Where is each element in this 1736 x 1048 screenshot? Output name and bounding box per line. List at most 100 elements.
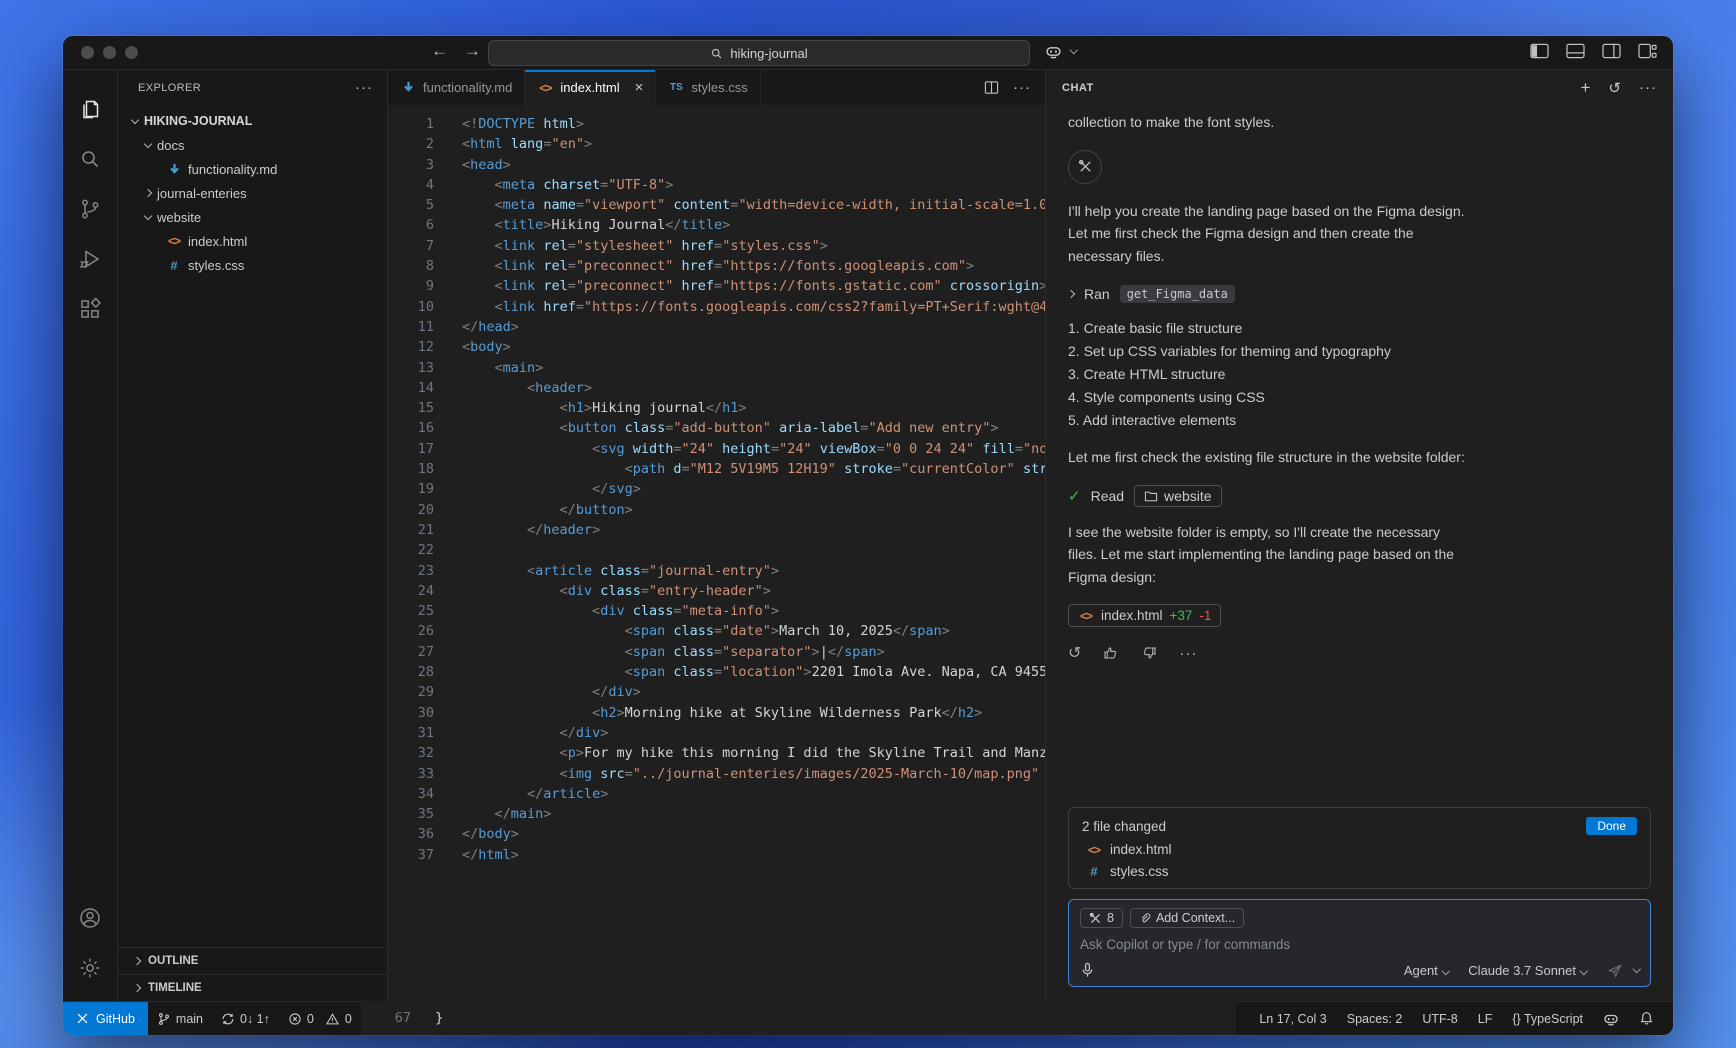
code-line[interactable]: 12<body> [388,337,1045,357]
changed-file-row[interactable]: # styles.css [1082,864,1637,879]
code-line[interactable]: 30 <h2>Morning hike at Skyline Wildernes… [388,703,1045,723]
code-line[interactable]: 31 </div> [388,723,1045,743]
chat-history-icon[interactable]: ↺ [1608,79,1621,97]
code-line[interactable]: 20 </button> [388,500,1045,520]
code-line[interactable]: 6 <title>Hiking Journal</title> [388,215,1045,235]
code-line[interactable]: 9 <link rel="preconnect" href="https://f… [388,276,1045,296]
code-line[interactable]: 24 <div class="entry-header"> [388,581,1045,601]
done-button[interactable]: Done [1586,817,1637,835]
back-arrow-icon[interactable]: ← [431,41,448,61]
tree-root-hiking-journal[interactable]: HIKING-JOURNAL [118,109,387,133]
chat-input-placeholder[interactable]: Ask Copilot or type / for commands [1080,937,1639,952]
extensions-icon[interactable] [66,284,114,334]
eol-setting[interactable]: LF [1469,1012,1502,1026]
cursor-position[interactable]: Ln 17, Col 3 [1250,1012,1335,1026]
code-line[interactable]: 37</html> [388,845,1045,865]
tree-file-functionality-md[interactable]: functionality.md [118,157,387,181]
code-line[interactable]: 16 <button class="add-button" aria-label… [388,418,1045,438]
copilot-status-icon[interactable] [1594,1011,1628,1027]
thumbs-down-icon[interactable] [1141,645,1157,661]
code-line[interactable]: 29 </div> [388,682,1045,702]
mode-selector[interactable]: Agent [1404,963,1448,978]
encoding-setting[interactable]: UTF-8 [1413,1012,1466,1026]
code-line[interactable]: 36</body> [388,824,1045,844]
code-line[interactable]: 15 <h1>Hiking journal</h1> [388,398,1045,418]
close-window-button[interactable] [81,46,94,59]
add-context-chip[interactable]: Add Context... [1130,908,1244,928]
problems-indicator[interactable]: 0 0 [279,1002,361,1035]
zoom-window-button[interactable] [125,46,138,59]
code-line[interactable]: 26 <span class="date">March 10, 2025</sp… [388,621,1045,641]
code-line[interactable]: 27 <span class="separator">|</span> [388,642,1045,662]
explorer-icon[interactable] [66,84,114,134]
minimize-window-button[interactable] [103,46,116,59]
copilot-menu[interactable] [1045,43,1077,60]
customize-layout-icon[interactable] [1638,43,1657,60]
message-more-icon[interactable]: ··· [1179,645,1197,662]
branch-indicator[interactable]: main [148,1002,212,1035]
tab-styles-css[interactable]: TS styles.css [656,70,760,105]
tab-index-html[interactable]: <> index.html × [525,70,656,105]
code-line[interactable]: 19 </svg> [388,479,1045,499]
source-control-icon[interactable] [66,184,114,234]
toggle-panel-icon[interactable] [1566,43,1585,60]
code-line[interactable]: 5 <meta name="viewport" content="width=d… [388,195,1045,215]
code-line[interactable]: 17 <svg width="24" height="24" viewBox="… [388,439,1045,459]
timeline-section[interactable]: TIMELINE [118,974,387,1001]
account-icon[interactable] [66,893,114,943]
outline-section[interactable]: OUTLINE [118,947,387,974]
code-line[interactable]: 3<head> [388,155,1045,175]
code-line[interactable]: 11</head> [388,317,1045,337]
tree-folder-journal-enteries[interactable]: journal-enteries [118,181,387,205]
tool-run-row[interactable]: Ran get_Figma_data [1068,285,1651,303]
github-remote-button[interactable]: GitHub [63,1002,148,1035]
search-sidebar-icon[interactable] [66,134,114,184]
code-line[interactable]: 2<html lang="en"> [388,134,1045,154]
file-diff-chip[interactable]: <> index.html +37 -1 [1068,604,1221,627]
tree-file-index-html[interactable]: <> index.html [118,229,387,253]
command-center-search[interactable]: hiking-journal [488,40,1030,66]
code-line[interactable]: 33 <img src="../journal-enteries/images/… [388,764,1045,784]
run-debug-icon[interactable] [66,234,114,284]
code-line[interactable]: 4 <meta charset="UTF-8"> [388,175,1045,195]
indentation-setting[interactable]: Spaces: 2 [1338,1012,1412,1026]
code-line[interactable]: 21 </header> [388,520,1045,540]
editor-more-actions-icon[interactable]: ··· [1013,79,1031,96]
language-mode[interactable]: {} TypeScript [1503,1012,1592,1026]
send-button[interactable] [1607,963,1640,978]
code-line[interactable]: 1<!DOCTYPE html> [388,114,1045,134]
split-editor-icon[interactable] [984,80,999,95]
forward-arrow-icon[interactable]: → [464,41,481,61]
code-line[interactable]: 25 <div class="meta-info"> [388,601,1045,621]
code-line[interactable]: 28 <span class="location">2201 Imola Ave… [388,662,1045,682]
tree-file-styles-css[interactable]: # styles.css [118,253,387,277]
website-folder-chip[interactable]: website [1134,485,1221,507]
settings-gear-icon[interactable] [66,943,114,993]
code-line[interactable]: 23 <article class="journal-entry"> [388,561,1045,581]
code-line[interactable]: 8 <link rel="preconnect" href="https://f… [388,256,1045,276]
tab-functionality-md[interactable]: functionality.md [388,70,525,105]
code-editor[interactable]: 1<!DOCTYPE html>2<html lang="en">3<head>… [388,105,1045,1001]
code-line[interactable]: 22 [388,540,1045,560]
changed-file-row[interactable]: <> index.html [1082,842,1637,857]
model-selector[interactable]: Claude 3.7 Sonnet [1468,963,1586,978]
code-line[interactable]: 10 <link href="https://fonts.googleapis.… [388,297,1045,317]
code-line[interactable]: 14 <header> [388,378,1045,398]
chat-input-box[interactable]: 8 Add Context... Ask Copilot or type / f… [1068,899,1651,987]
tree-folder-docs[interactable]: docs [118,133,387,157]
thumbs-up-icon[interactable] [1103,645,1119,661]
tree-folder-website[interactable]: website [118,205,387,229]
sync-indicator[interactable]: 0↓ 1↑ [212,1002,279,1035]
chat-more-actions-icon[interactable]: ··· [1639,79,1657,96]
code-line[interactable]: 13 <main> [388,358,1045,378]
close-tab-icon[interactable]: × [635,79,644,96]
microphone-icon[interactable] [1080,962,1095,978]
rerun-icon[interactable]: ↺ [1068,643,1081,663]
explorer-more-actions-icon[interactable]: ··· [355,79,373,96]
toggle-secondary-sidebar-icon[interactable] [1602,43,1621,60]
tools-count-chip[interactable]: 8 [1080,908,1123,928]
code-line[interactable]: 7 <link rel="stylesheet" href="styles.cs… [388,236,1045,256]
toggle-primary-sidebar-icon[interactable] [1530,43,1549,60]
new-chat-icon[interactable]: + [1580,78,1590,98]
notifications-bell-icon[interactable] [1630,1011,1663,1026]
